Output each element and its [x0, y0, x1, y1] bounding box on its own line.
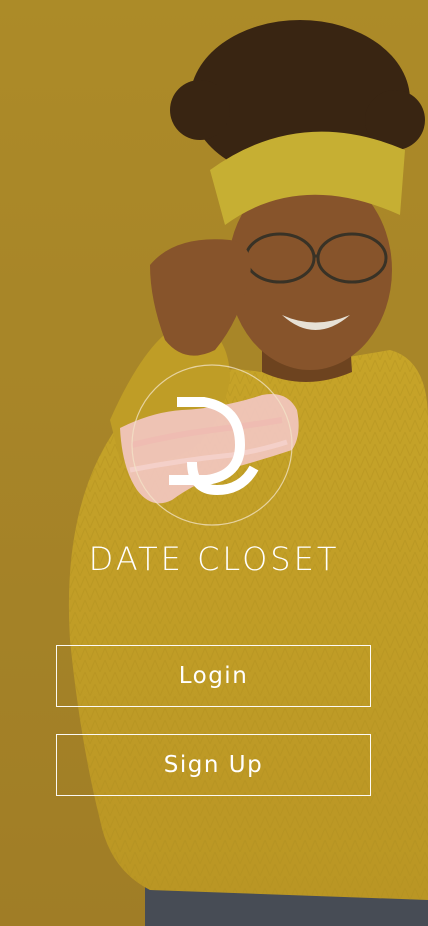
login-button[interactable]: Login [56, 645, 371, 707]
dc-monogram-logo-icon [120, 364, 299, 526]
sign-up-button[interactable]: Sign Up [56, 734, 371, 796]
welcome-screen: DATE CLOSET Login Sign Up [0, 0, 428, 926]
brand-name: DATE CLOSET [88, 540, 340, 578]
